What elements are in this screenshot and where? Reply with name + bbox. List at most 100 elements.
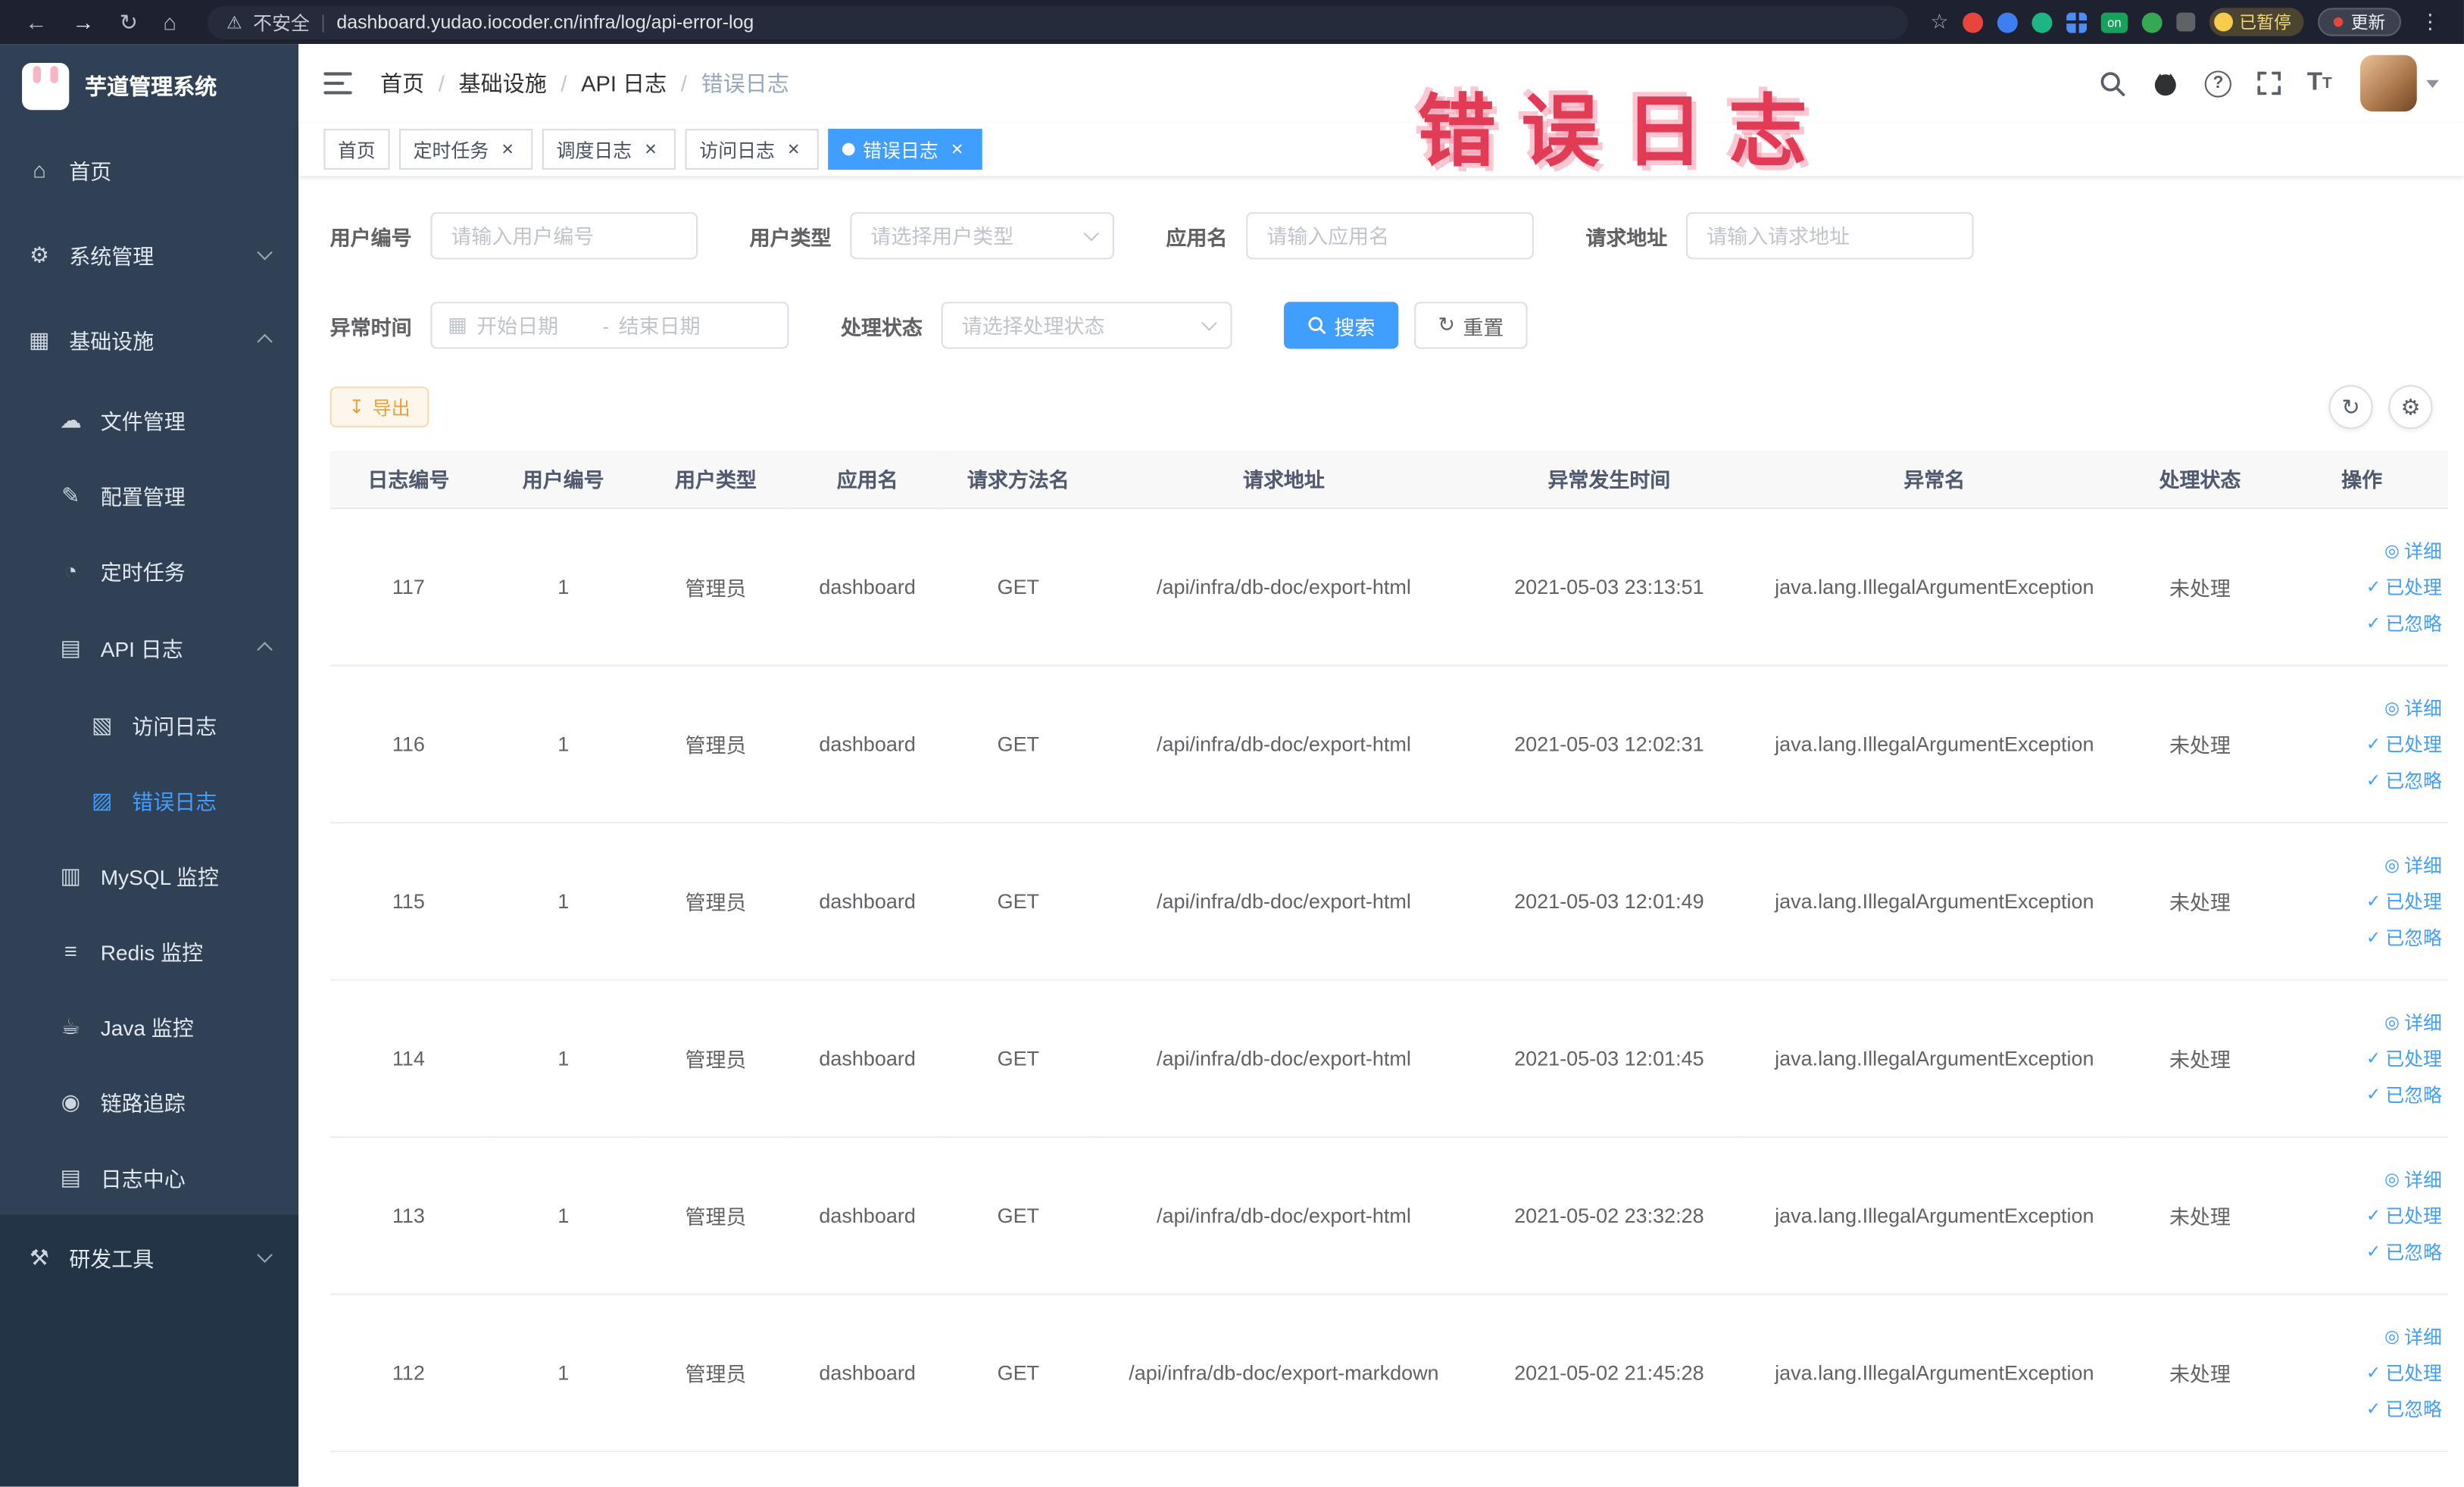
start-date-input[interactable] (476, 313, 593, 338)
sidebar-item-home[interactable]: ⌂ 首页 (0, 127, 298, 212)
page-url[interactable]: dashboard.yudao.iocoder.cn/infra/log/api… (336, 11, 754, 33)
detail-link[interactable]: ◎ 详细 (2384, 536, 2442, 563)
security-label[interactable]: 不安全 (253, 8, 310, 35)
close-icon[interactable]: × (497, 138, 519, 161)
column-header-log-id: 日志编号 (329, 451, 488, 509)
request-url-input[interactable] (1686, 212, 1974, 260)
mark-ignored-link[interactable]: ✓ 已忽略 (2366, 1080, 2442, 1107)
active-tab-dot (842, 142, 855, 156)
mark-processed-link[interactable]: ✓ 已处理 (2366, 1045, 2442, 1071)
sidebar-item-trace[interactable]: ◉ 链路追踪 (0, 1064, 298, 1140)
font-size-icon[interactable]: TT (2307, 70, 2332, 95)
close-icon[interactable]: × (946, 138, 968, 161)
extension-icon-blue[interactable] (1997, 11, 2018, 33)
github-icon[interactable] (2151, 69, 2179, 97)
sidebar-item-dev-tools[interactable]: ⚒ 研发工具 (0, 1215, 298, 1300)
document-icon: ▤ (60, 634, 82, 660)
export-button[interactable]: ↧ 导出 (329, 386, 429, 428)
process-status-select[interactable] (941, 301, 1232, 349)
end-date-input[interactable] (618, 313, 735, 338)
reload-icon[interactable]: ↻ (120, 8, 138, 35)
search-icon (1308, 317, 1326, 334)
app-name-label: 应用名 (1166, 225, 1228, 249)
breadcrumb-item[interactable]: API 日志 (581, 67, 667, 98)
detail-link[interactable]: ◎ 详细 (2384, 851, 2442, 877)
tab-error-logs[interactable]: 错误日志 × (828, 129, 982, 170)
paused-badge[interactable]: 已暂停 (2209, 8, 2304, 36)
check-icon: ✓ (2366, 770, 2381, 790)
app-logo[interactable]: 芋道管理系统 (0, 44, 298, 127)
extensions-puzzle-icon[interactable] (2176, 12, 2196, 32)
close-icon[interactable]: × (639, 138, 661, 161)
mark-processed-link[interactable]: ✓ 已处理 (2366, 573, 2442, 599)
extension-grid-icon[interactable] (2066, 11, 2088, 33)
mark-ignored-link[interactable]: ✓ 已忽略 (2366, 923, 2442, 950)
mark-ignored-link[interactable]: ✓ 已忽略 (2366, 1395, 2442, 1421)
cell-user-type: 管理员 (639, 664, 792, 823)
chevron-down-icon (257, 244, 273, 261)
app-name-input[interactable] (1246, 212, 1534, 260)
sidebar-item-infrastructure[interactable]: ▦ 基础设施 (0, 297, 298, 382)
cell-user-id: 1 (487, 1136, 640, 1295)
sidebar-item-access-logs[interactable]: ▧ 访问日志 (0, 687, 298, 763)
mark-ignored-link[interactable]: ✓ 已忽略 (2366, 1238, 2442, 1264)
mark-processed-link[interactable]: ✓ 已处理 (2366, 730, 2442, 757)
mark-ignored-link[interactable]: ✓ 已忽略 (2366, 766, 2442, 792)
sidebar-toggle-icon[interactable] (323, 72, 352, 95)
table-row: 112 1 管理员 dashboard GET /api/infra/db-do… (329, 1293, 2449, 1451)
user-id-input[interactable] (430, 212, 698, 260)
font-size-large-glyph: T (2306, 69, 2323, 96)
close-icon[interactable]: × (782, 138, 804, 161)
extension-icon-red[interactable] (1963, 11, 1984, 33)
tab-schedule-logs[interactable]: 调度日志 × (542, 129, 676, 170)
sidebar-item-error-logs[interactable]: ▨ 错误日志 (0, 762, 298, 838)
update-button[interactable]: 更新 (2318, 8, 2401, 36)
table-row: 113 1 管理员 dashboard GET /api/infra/db-do… (329, 1136, 2449, 1295)
detail-link[interactable]: ◎ 详细 (2384, 1165, 2442, 1192)
sidebar-item-redis-monitor[interactable]: ≡ Redis 监控 (0, 913, 298, 989)
detail-label: 详细 (2404, 1168, 2442, 1191)
column-settings-button[interactable]: ⚙ (2388, 385, 2433, 430)
fullscreen-icon[interactable] (2256, 70, 2281, 95)
mark-processed-link[interactable]: ✓ 已处理 (2366, 887, 2442, 914)
tab-home[interactable]: 首页 (323, 129, 390, 170)
sidebar-item-system-management[interactable]: ⚙ 系统管理 (0, 212, 298, 297)
forward-icon[interactable]: → (72, 9, 94, 34)
browser-menu-icon[interactable]: ⋮ (2416, 9, 2445, 34)
detail-link[interactable]: ◎ 详细 (2384, 1323, 2442, 1349)
back-icon[interactable]: ← (25, 9, 47, 34)
breadcrumb-item[interactable]: 基础设施 (459, 67, 547, 98)
mark-processed-link[interactable]: ✓ 已处理 (2366, 1201, 2442, 1228)
sidebar-item-api-logs[interactable]: ▤ API 日志 (0, 608, 298, 687)
tab-access-logs[interactable]: 访问日志 × (685, 129, 819, 170)
sidebar-item-mysql-monitor[interactable]: ▥ MySQL 监控 (0, 838, 298, 914)
exception-time-range-picker[interactable]: ▦ - (430, 301, 789, 349)
search-button[interactable]: 搜索 (1284, 301, 1399, 349)
address-bar[interactable]: ⚠ 不安全 | dashboard.yudao.iocoder.cn/infra… (208, 5, 1909, 39)
reset-button[interactable]: ↻ 重置 (1414, 301, 1528, 349)
mark-ignored-link[interactable]: ✓ 已忽略 (2366, 609, 2442, 636)
extension-icon-teal[interactable] (2031, 11, 2053, 33)
tab-scheduled-tasks[interactable]: 定时任务 × (398, 129, 533, 170)
sidebar-item-config-management[interactable]: ✎ 配置管理 (0, 458, 298, 533)
breadcrumb-item[interactable]: 首页 (380, 67, 424, 98)
user-type-select[interactable] (850, 212, 1114, 260)
search-icon[interactable] (2100, 70, 2126, 96)
extension-icon-green[interactable] (2141, 11, 2163, 33)
sidebar-item-java-monitor[interactable]: ☕ Java 监控 (0, 989, 298, 1064)
column-header-time: 异常发生时间 (1473, 451, 1744, 509)
refresh-button[interactable]: ↻ (2328, 385, 2373, 430)
browser-home-icon[interactable]: ⌂ (163, 9, 176, 34)
user-menu[interactable] (2360, 55, 2439, 112)
extension-on-badge[interactable]: on (2100, 11, 2128, 33)
detail-link[interactable]: ◎ 详细 (2384, 1008, 2442, 1035)
cell-app-name: dashboard (792, 508, 943, 666)
sidebar-item-log-center[interactable]: ▤ 日志中心 (0, 1139, 298, 1215)
detail-link[interactable]: ◎ 详细 (2384, 694, 2442, 720)
mark-processed-link[interactable]: ✓ 已处理 (2366, 1358, 2442, 1385)
sidebar-item-scheduled-tasks[interactable]: ◔ 定时任务 (0, 533, 298, 608)
paused-label: 已暂停 (2239, 14, 2291, 33)
bookmark-star-icon[interactable]: ☆ (1930, 9, 1948, 34)
sidebar-item-file-management[interactable]: ☁ 文件管理 (0, 382, 298, 458)
help-icon[interactable]: ? (2204, 70, 2232, 97)
